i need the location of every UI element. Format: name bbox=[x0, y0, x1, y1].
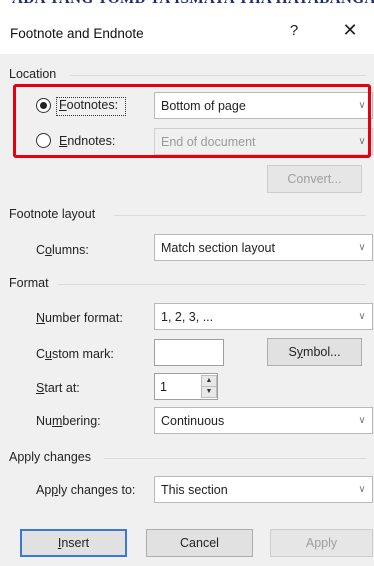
convert-button[interactable]: Convert... bbox=[267, 165, 362, 193]
format-divider bbox=[58, 284, 366, 285]
help-button[interactable]: ? bbox=[284, 22, 304, 44]
insert-button[interactable]: Insert bbox=[20, 529, 127, 557]
title-bar: Footnote and Endnote ? ✕ bbox=[0, 14, 374, 54]
apply-changes-to-value: This section bbox=[161, 483, 228, 497]
footnote-layout-heading: Footnote layout bbox=[9, 207, 96, 221]
apply-changes-to-label: Apply changes to: bbox=[36, 483, 136, 497]
start-at-stepper[interactable]: 1 ▲ ▼ bbox=[154, 373, 218, 400]
spin-down-icon[interactable]: ▼ bbox=[201, 386, 217, 398]
location-heading: Location bbox=[9, 67, 57, 81]
chevron-down-icon: ∨ bbox=[358, 484, 366, 495]
numbering-select[interactable]: Continuous ∨ bbox=[154, 407, 373, 434]
number-format-label: Number format: bbox=[36, 311, 123, 325]
numbering-value: Continuous bbox=[161, 414, 225, 428]
close-button[interactable]: ✕ bbox=[338, 20, 362, 44]
columns-select[interactable]: Match section layout ∨ bbox=[154, 234, 373, 261]
columns-label: Columns: bbox=[36, 243, 89, 257]
start-at-value: 1 bbox=[160, 380, 167, 394]
apply-changes-divider bbox=[104, 458, 366, 459]
start-at-label: Start at: bbox=[36, 381, 80, 395]
number-format-select[interactable]: 1, 2, 3, ... ∨ bbox=[154, 303, 373, 330]
apply-button[interactable]: Apply bbox=[270, 529, 373, 557]
numbering-label: Numbering: bbox=[36, 414, 101, 428]
background-text: ADA YANG TOMD TA ISMAYA THA HAYABANGAN bbox=[12, 0, 374, 8]
apply-changes-to-select[interactable]: This section ∨ bbox=[154, 476, 373, 503]
format-heading: Format bbox=[9, 276, 49, 290]
columns-value: Match section layout bbox=[161, 241, 275, 255]
chevron-down-icon: ∨ bbox=[358, 415, 366, 426]
custom-mark-label: Custom mark: bbox=[36, 347, 114, 361]
dialog-title: Footnote and Endnote bbox=[10, 26, 144, 41]
red-highlight-box bbox=[13, 84, 371, 158]
apply-changes-heading: Apply changes bbox=[9, 450, 92, 464]
footnote-endnote-dialog: Footnote and Endnote ? ✕ Location Footno… bbox=[0, 14, 374, 566]
location-divider bbox=[70, 75, 366, 76]
close-icon: ✕ bbox=[342, 20, 358, 40]
number-format-value: 1, 2, 3, ... bbox=[161, 310, 214, 324]
cancel-button[interactable]: Cancel bbox=[146, 529, 253, 557]
symbol-button[interactable]: Symbol... bbox=[267, 338, 362, 366]
custom-mark-input[interactable] bbox=[154, 339, 224, 366]
background-document-text: ADA YANG TOMD TA ISMAYA THA HAYABANGAN bbox=[0, 0, 374, 14]
chevron-down-icon: ∨ bbox=[358, 311, 366, 322]
chevron-down-icon: ∨ bbox=[358, 242, 366, 253]
footnote-layout-divider bbox=[114, 215, 366, 216]
